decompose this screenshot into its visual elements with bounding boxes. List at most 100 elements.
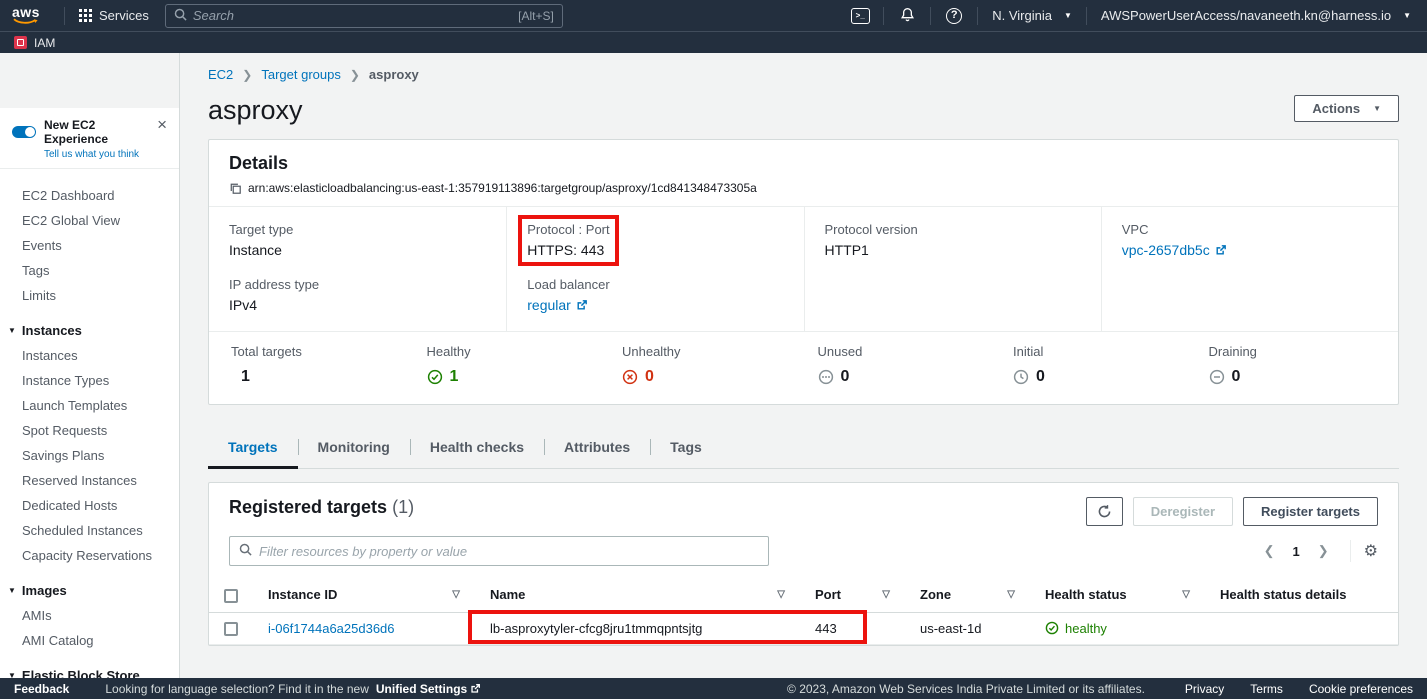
sidebar-section-images[interactable]: ▼ Images (0, 578, 179, 603)
sidebar-item-amis[interactable]: AMIs (0, 603, 179, 628)
account-label: AWSPowerUserAccess/navaneeth.kn@harness.… (1101, 8, 1391, 23)
top-navigation-bar: aws Services [Alt+S] >_ ? N. Virgini (0, 0, 1427, 31)
sidebar-item-ami-catalog[interactable]: AMI Catalog (0, 628, 179, 653)
external-link-icon (1215, 244, 1227, 256)
sidebar-item-scheduled-instances[interactable]: Scheduled Instances (0, 518, 179, 543)
tab-tags[interactable]: Tags (650, 430, 722, 468)
sidebar-item-spot-requests[interactable]: Spot Requests (0, 418, 179, 443)
notifications-button[interactable] (894, 4, 920, 28)
help-button[interactable]: ? (941, 4, 967, 28)
link-label: vpc-2657db5c (1122, 242, 1210, 258)
vpc-link[interactable]: vpc-2657db5c (1122, 242, 1378, 258)
row-checkbox[interactable] (224, 622, 238, 636)
sidebar-item-ec2-global-view[interactable]: EC2 Global View (0, 208, 179, 233)
cloudshell-button[interactable]: >_ (847, 4, 873, 28)
tab-attributes[interactable]: Attributes (544, 430, 650, 468)
chevron-right-icon: ❯ (242, 68, 252, 82)
sidebar-item-capacity-reservations[interactable]: Capacity Reservations (0, 543, 179, 568)
check-circle-icon (1045, 621, 1059, 635)
sort-icon[interactable]: ▽ (882, 589, 890, 600)
tab-health-checks[interactable]: Health checks (410, 430, 544, 468)
privacy-link[interactable]: Privacy (1185, 682, 1224, 696)
copy-icon[interactable] (229, 182, 242, 195)
favorite-iam-link[interactable]: IAM (14, 36, 55, 50)
global-search-box[interactable]: [Alt+S] (165, 4, 563, 28)
check-circle-icon (427, 369, 443, 385)
breadcrumb-target-groups[interactable]: Target groups (261, 67, 341, 82)
instance-id-link[interactable]: i-06f1744a6a25d36d6 (268, 621, 395, 636)
unified-settings-link[interactable]: Unified Settings (376, 682, 481, 696)
sidebar-item-events[interactable]: Events (0, 233, 179, 258)
sidebar-item-instances[interactable]: Instances (0, 343, 179, 368)
field-label: Load balancer (527, 277, 783, 292)
terms-link[interactable]: Terms (1250, 682, 1283, 696)
clock-circle-icon (1013, 369, 1029, 385)
language-selection-text: Looking for language selection? Find it … (105, 682, 369, 696)
field-value: IPv4 (229, 297, 486, 313)
section-caret-icon: ▼ (8, 586, 16, 595)
search-icon (239, 543, 252, 559)
target-zone: us-east-1d (920, 621, 981, 636)
stat-initial: Initial 0 (999, 344, 1195, 386)
refresh-button[interactable] (1086, 497, 1123, 526)
actions-button[interactable]: Actions ▼ (1294, 95, 1399, 122)
register-targets-button[interactable]: Register targets (1243, 497, 1378, 526)
close-icon[interactable]: × (155, 118, 169, 132)
sidebar-item-reserved-instances[interactable]: Reserved Instances (0, 468, 179, 493)
sidebar-section-ebs[interactable]: ▼ Elastic Block Store (0, 663, 179, 678)
field-protocol-version: Protocol version HTTP1 (825, 222, 1081, 258)
table-settings-icon[interactable]: ⚙ (1364, 541, 1378, 561)
sidebar-item-tags[interactable]: Tags (0, 258, 179, 283)
target-group-arn: arn:aws:elasticloadbalancing:us-east-1:3… (248, 181, 757, 195)
target-port: 443 (815, 621, 837, 636)
breadcrumb-ec2[interactable]: EC2 (208, 67, 233, 82)
previous-page-button[interactable]: ❮ (1256, 541, 1283, 561)
sidebar-item-limits[interactable]: Limits (0, 283, 179, 308)
section-caret-icon: ▼ (8, 326, 16, 335)
sidebar-item-savings-plans[interactable]: Savings Plans (0, 443, 179, 468)
stat-label: Unhealthy (622, 344, 804, 359)
current-page-number[interactable]: 1 (1287, 542, 1306, 561)
aws-logo[interactable]: aws (12, 6, 40, 25)
sort-icon[interactable]: ▽ (452, 589, 460, 600)
sidebar-item-dedicated-hosts[interactable]: Dedicated Hosts (0, 493, 179, 518)
section-label: Images (22, 583, 67, 598)
sidebar-item-instance-types[interactable]: Instance Types (0, 368, 179, 393)
refresh-icon (1097, 504, 1112, 519)
col-header-instance-id: Instance ID (268, 587, 337, 602)
field-ip-address-type: IP address type IPv4 (229, 277, 486, 313)
sidebar-section-instances[interactable]: ▼ Instances (0, 318, 179, 343)
sort-icon[interactable]: ▽ (1007, 589, 1015, 600)
sidebar-item-launch-templates[interactable]: Launch Templates (0, 393, 179, 418)
tell-us-link[interactable]: Tell us what you think (44, 149, 155, 160)
load-balancer-link[interactable]: regular (527, 297, 783, 313)
select-all-checkbox[interactable] (224, 589, 238, 603)
next-page-button[interactable]: ❯ (1310, 541, 1337, 561)
question-icon: ? (946, 8, 962, 24)
feedback-link[interactable]: Feedback (14, 682, 69, 696)
new-experience-toggle[interactable] (12, 126, 36, 138)
ellipsis-circle-icon (818, 369, 834, 385)
global-search-input[interactable] (193, 8, 512, 23)
services-menu-button[interactable]: Services (75, 8, 153, 23)
tab-targets[interactable]: Targets (208, 430, 298, 468)
sort-icon[interactable]: ▽ (777, 589, 785, 600)
region-selector[interactable]: N. Virginia ▼ (988, 8, 1076, 23)
chevron-down-icon: ▼ (1064, 11, 1072, 20)
filter-input[interactable] (259, 544, 759, 559)
col-header-health-status-details: Health status details (1220, 587, 1346, 602)
chevron-right-icon: ❯ (350, 68, 360, 82)
main-content: EC2 ❯ Target groups ❯ asproxy asproxy Ac… (181, 53, 1427, 646)
page-title: asproxy (208, 95, 303, 126)
deregister-button[interactable]: Deregister (1133, 497, 1233, 526)
new-experience-title: New EC2 Experience (44, 118, 155, 146)
iam-label: IAM (34, 36, 55, 50)
stat-unused: Unused 0 (804, 344, 1000, 386)
tab-monitoring[interactable]: Monitoring (298, 430, 410, 468)
account-menu[interactable]: AWSPowerUserAccess/navaneeth.kn@harness.… (1097, 8, 1415, 23)
cookie-preferences-link[interactable]: Cookie preferences (1309, 682, 1413, 696)
external-link-icon (576, 299, 588, 311)
sort-icon[interactable]: ▽ (1182, 589, 1190, 600)
filter-box[interactable] (229, 536, 769, 566)
sidebar-item-ec2-dashboard[interactable]: EC2 Dashboard (0, 183, 179, 208)
